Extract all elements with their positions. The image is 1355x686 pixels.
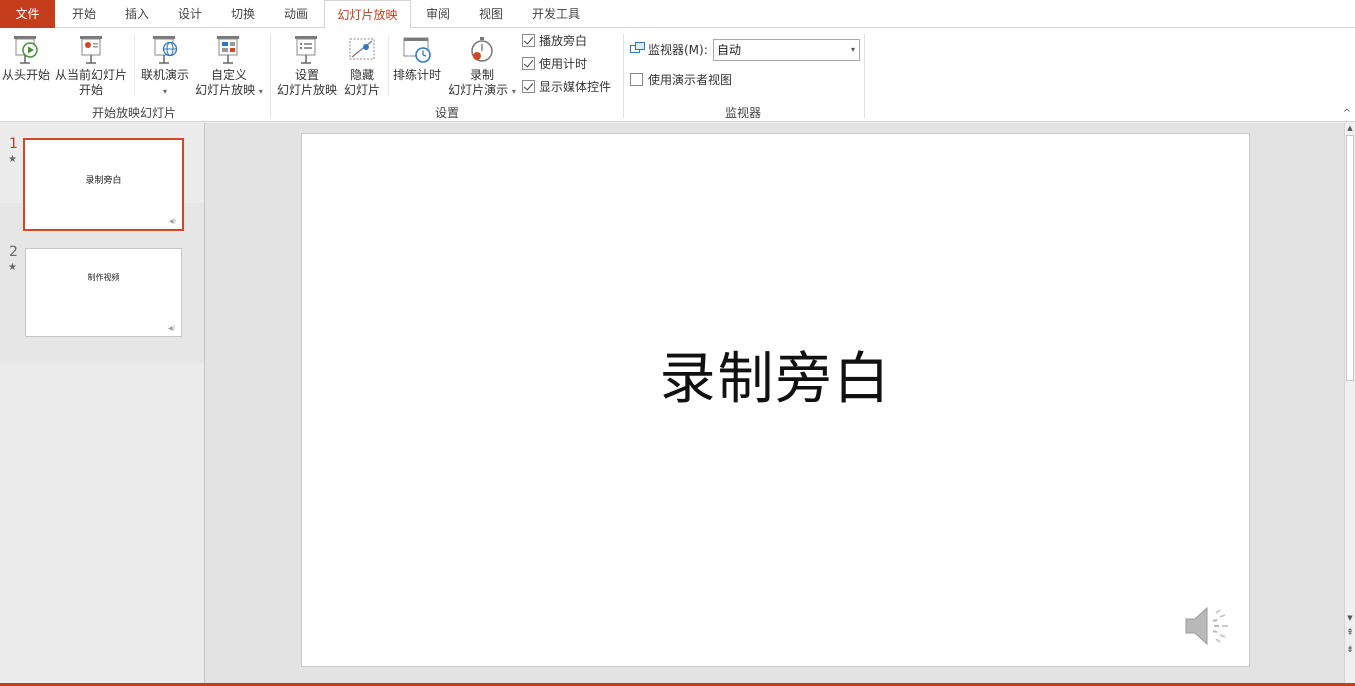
- presenter-view-label: 使用演示者视图: [648, 73, 733, 87]
- checkmark-icon[interactable]: [522, 57, 535, 70]
- custom-slideshow-icon: [217, 36, 239, 64]
- projector-play-icon: [14, 36, 38, 64]
- chevron-down-icon: ▾: [258, 87, 263, 96]
- monitor-label-text: 监视器(M):: [648, 43, 708, 57]
- slide-number: 1: [9, 136, 18, 152]
- presenter-view-checkbox[interactable]: 使用演示者视图: [630, 71, 732, 89]
- group-separator: [864, 34, 865, 118]
- from-current-slide-button[interactable]: 从当前幻灯片 开始: [54, 34, 128, 98]
- tab-transitions[interactable]: 切换: [218, 0, 268, 28]
- set-up-slide-show-button[interactable]: 设置 幻灯片放映: [275, 34, 339, 98]
- hide-slide-label-2: 幻灯片: [343, 83, 380, 97]
- use-timings-label: 使用计时: [539, 57, 588, 71]
- tab-developer[interactable]: 开发工具: [519, 0, 593, 28]
- show-media-controls-label: 显示媒体控件: [539, 80, 612, 94]
- chevron-down-icon: ▾: [162, 87, 167, 96]
- speaker-icon[interactable]: [1182, 602, 1234, 650]
- vertical-scrollbar[interactable]: ▲ ▼ ⇞ ⇟: [1344, 123, 1355, 683]
- tab-slide-show[interactable]: 幻灯片放映: [324, 0, 411, 29]
- tab-design[interactable]: 设计: [164, 0, 216, 28]
- rehearse-timings-label: 排练计时: [392, 68, 441, 82]
- record-slide-show-button[interactable]: 录制 幻灯片演示 ▾: [446, 34, 518, 99]
- from-beginning-label: 从头开始: [1, 68, 50, 82]
- chevron-down-icon: ▾: [850, 45, 855, 54]
- projector-globe-icon: [153, 36, 178, 64]
- tab-view[interactable]: 视图: [465, 0, 517, 28]
- play-narrations-label: 播放旁白: [539, 34, 588, 48]
- rehearse-timings-button[interactable]: 排练计时: [390, 34, 444, 83]
- hide-slide-icon: [349, 38, 375, 60]
- speaker-icon: ◀): [169, 218, 176, 225]
- checkmark-icon[interactable]: [522, 80, 535, 93]
- slide-thumbnail-2[interactable]: 制作视频 ◀): [25, 248, 182, 337]
- hide-slide-button[interactable]: 隐藏 幻灯片: [340, 34, 384, 98]
- present-online-label: 联机演示: [140, 68, 189, 82]
- thumbnail-title: 录制旁白: [85, 176, 122, 186]
- slide-canvas[interactable]: 录制旁白: [301, 133, 1250, 667]
- slide-thumbnail-1[interactable]: 录制旁白 ◀): [23, 138, 184, 231]
- use-timings-checkbox[interactable]: 使用计时: [522, 55, 587, 73]
- checkbox-box[interactable]: [630, 73, 643, 86]
- from-current-label-1: 从当前幻灯片: [54, 68, 127, 82]
- group-label-monitors: 监视器: [724, 106, 761, 120]
- tab-animations[interactable]: 动画: [270, 0, 322, 28]
- monitor-label: 监视器(M):: [630, 41, 708, 59]
- set-up-label-2: 幻灯片放映: [276, 83, 337, 97]
- slide-title[interactable]: 录制旁白: [302, 334, 1249, 415]
- present-online-button[interactable]: 联机演示 ▾: [138, 34, 192, 99]
- record-timer-icon: [471, 37, 493, 62]
- record-label-2: 幻灯片演示: [448, 83, 509, 97]
- scroll-up-icon[interactable]: ▲: [1345, 123, 1355, 134]
- setup-slideshow-icon: [295, 36, 317, 64]
- show-media-controls-checkbox[interactable]: 显示媒体控件: [522, 78, 611, 96]
- hide-slide-label-1: 隐藏: [349, 68, 374, 82]
- next-slide-icon[interactable]: ⇟: [1345, 645, 1355, 655]
- record-label-1: 录制: [469, 68, 494, 82]
- thumbnail-title: 制作视频: [87, 273, 120, 282]
- ribbon-divider: [388, 36, 389, 96]
- monitor-select-value: 自动: [717, 43, 742, 57]
- monitors-icon: [630, 42, 645, 53]
- collapse-ribbon-icon[interactable]: ^: [1343, 108, 1351, 119]
- slide-thumbnail-pane: 1 ★ 录制旁白 ◀) 2 ★ 制作视频 ◀): [0, 123, 204, 683]
- ribbon: 从头开始 从当前幻灯片 开始 联机演示 ▾ 自定义 幻灯片放映 ▾ 开始放映幻灯…: [0, 28, 1355, 122]
- previous-slide-icon[interactable]: ⇞: [1345, 628, 1355, 638]
- scroll-down-icon[interactable]: ▼: [1345, 613, 1355, 624]
- custom-slide-show-label-1: 自定义: [210, 68, 247, 82]
- group-label-start-slideshow: 开始放映幻灯片: [91, 106, 176, 120]
- animation-star-icon: ★: [8, 154, 17, 165]
- custom-slide-show-label-2: 幻灯片放映: [195, 83, 256, 97]
- chevron-down-icon: ▾: [511, 87, 516, 96]
- rehearse-timer-icon: [403, 37, 431, 63]
- group-separator: [270, 34, 271, 118]
- play-narrations-checkbox[interactable]: 播放旁白: [522, 32, 587, 50]
- scrollbar-thumb[interactable]: [1346, 135, 1354, 381]
- checkmark-icon[interactable]: [522, 34, 535, 47]
- speaker-icon: ◀): [168, 325, 175, 332]
- group-label-setup: 设置: [434, 106, 459, 120]
- tab-review[interactable]: 审阅: [412, 0, 464, 28]
- slide-number: 2: [9, 244, 18, 260]
- projector-current-icon: [80, 36, 102, 64]
- from-beginning-button[interactable]: 从头开始: [0, 34, 52, 83]
- set-up-label-1: 设置: [294, 68, 319, 82]
- tab-insert[interactable]: 插入: [112, 0, 162, 28]
- ribbon-divider: [134, 36, 135, 96]
- ribbon-tab-bar: 文件 开始 插入 设计 切换 动画 幻灯片放映 审阅 视图 开发工具: [0, 0, 1355, 29]
- tab-file[interactable]: 文件: [0, 0, 55, 28]
- custom-slide-show-button[interactable]: 自定义 幻灯片放映 ▾: [193, 34, 265, 99]
- animation-star-icon: ★: [8, 262, 17, 273]
- from-current-label-2: 开始: [78, 83, 103, 97]
- tab-home[interactable]: 开始: [56, 0, 112, 28]
- monitor-select[interactable]: 自动 ▾: [713, 39, 860, 61]
